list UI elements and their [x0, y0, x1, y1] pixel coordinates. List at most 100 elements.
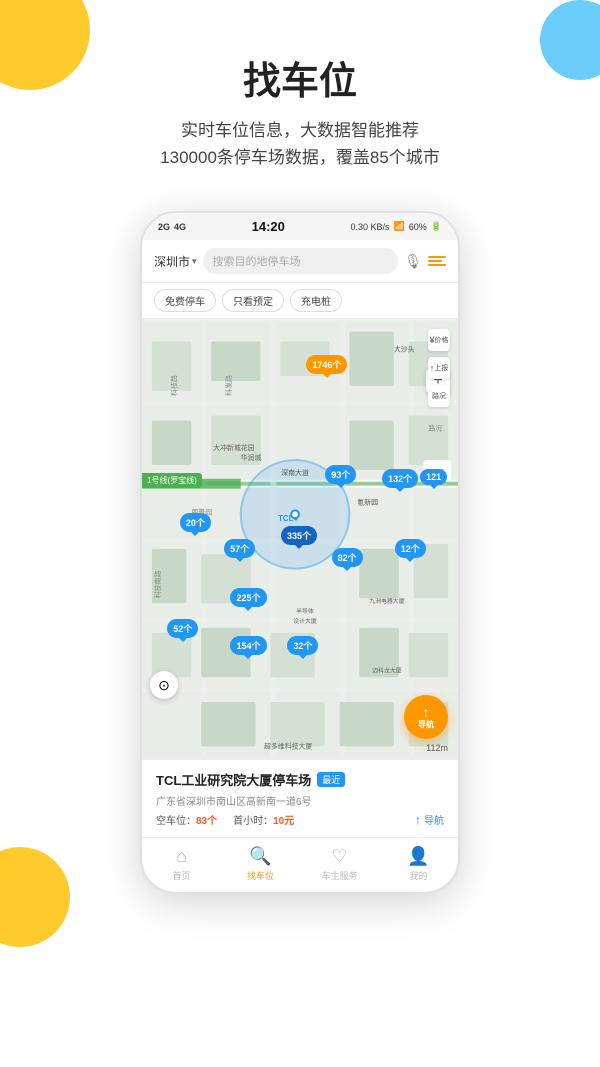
heart-icon: ♡	[331, 846, 347, 867]
pin-335[interactable]: 335个	[281, 526, 317, 545]
nav-float-label: 导航	[418, 719, 434, 730]
pin-bubble-132: 132个	[382, 469, 418, 488]
parking-lot-address: 广东省深圳市南山区高新南一道6号	[156, 793, 444, 808]
battery-level: 60%	[409, 222, 427, 232]
nav-label-car-service: 车主服务	[321, 869, 357, 882]
parking-lot-name: TCL工业研究院大厦停车场	[156, 770, 311, 789]
pin-121[interactable]: 121	[420, 469, 447, 485]
city-name: 深圳市	[154, 253, 190, 270]
mic-icon[interactable]: 🎙	[404, 253, 422, 270]
status-right: 0.30 KB/s 📶 60% 🔋	[351, 221, 442, 232]
svg-text:设计大厦: 设计大厦	[293, 617, 317, 625]
nav-arrow-icon: ↑	[423, 705, 430, 719]
info-card: TCL工业研究院大厦停车场 最近 广东省深圳市南山区高新南一道6号 空车位：83…	[142, 759, 458, 837]
nav-inline-label: 导航	[424, 812, 444, 827]
pin-132[interactable]: 132个	[382, 469, 418, 488]
nav-item-find-parking[interactable]: 🔍 找车位	[221, 846, 300, 882]
metro-line-indicator: 1号线(罗宝线)	[142, 473, 202, 488]
phone-mockup: 2G 4G 14:20 0.30 KB/s 📶 60% 🔋 深圳市 ▾ 搜索目的…	[140, 211, 460, 894]
search-placeholder: 搜索目的地停车场	[213, 256, 301, 268]
status-time: 14:20	[252, 219, 285, 234]
map-area[interactable]: 科技路 深南大道 科发路 朗景园 华润城 TCL● 科技南路 大冲新城花园 半导…	[142, 319, 458, 759]
svg-text:科技南路: 科技南路	[153, 571, 162, 599]
available-spaces: 空车位：83个	[156, 812, 217, 827]
pin-82[interactable]: 82个	[332, 548, 363, 567]
svg-text:科技路: 科技路	[170, 375, 179, 396]
signal-4g: 4G	[174, 222, 186, 232]
pin-12[interactable]: 12个	[395, 539, 426, 558]
nav-inline-button[interactable]: ↑ 导航	[415, 812, 444, 827]
page-title: 找车位	[20, 50, 580, 105]
info-card-details: 空车位：83个 首小时：10元 ↑ 导航	[156, 812, 444, 827]
traffic-icon[interactable]: 路况	[428, 385, 450, 407]
nav-item-car-service[interactable]: ♡ 车主服务	[300, 846, 379, 882]
pin-bubble-93: 93个	[325, 465, 356, 484]
filter-reservation-only[interactable]: 只看预定	[222, 289, 284, 312]
phone-container: 2G 4G 14:20 0.30 KB/s 📶 60% 🔋 深圳市 ▾ 搜索目的…	[0, 191, 600, 894]
subtitle-line2: 130000条停车场数据，覆盖85个城市	[160, 148, 440, 167]
svg-text:华润城: 华润城	[241, 453, 262, 462]
pin-bubble-20: 20个	[180, 513, 211, 532]
upload-report-icon[interactable]: ↑上报	[428, 357, 450, 379]
distance-label: 112m	[426, 743, 448, 753]
nav-item-home[interactable]: ⌂ 首页	[142, 846, 221, 882]
chevron-down-icon: ▾	[192, 256, 197, 267]
battery-icon: 🔋	[431, 221, 442, 232]
search-icon: 🔍	[249, 846, 271, 867]
pin-57[interactable]: 57个	[224, 539, 255, 558]
pin-bubble-82: 82个	[332, 548, 363, 567]
signal-2g: 2G	[158, 222, 170, 232]
pin-bubble-52: 52个	[167, 619, 198, 638]
wifi-icon: 📶	[394, 221, 405, 232]
user-icon: 👤	[407, 846, 429, 867]
pin-bubble-57: 57个	[224, 539, 255, 558]
filter-free-parking[interactable]: 免费停车	[154, 289, 216, 312]
menu-icon[interactable]	[428, 256, 446, 266]
nav-inline-icon: ↑	[415, 813, 421, 827]
pin-20[interactable]: 20个	[180, 513, 211, 532]
info-card-header: TCL工业研究院大厦停车场 最近	[156, 770, 444, 789]
city-selector[interactable]: 深圳市 ▾	[154, 253, 197, 270]
pin-bubble-1746: 1746个	[306, 355, 347, 374]
pin-32[interactable]: 32个	[287, 636, 318, 655]
pin-52[interactable]: 52个	[167, 619, 198, 638]
search-bar[interactable]: 深圳市 ▾ 搜索目的地停车场 🎙	[142, 240, 458, 283]
filter-charging-pile[interactable]: 充电桩	[290, 289, 342, 312]
pin-1746[interactable]: 1746个	[306, 355, 347, 374]
svg-text:大冲新城花园: 大冲新城花园	[213, 444, 255, 453]
status-bar: 2G 4G 14:20 0.30 KB/s 📶 60% 🔋	[142, 213, 458, 240]
pin-154[interactable]: 154个	[230, 636, 266, 655]
svg-text:大沙头: 大沙头	[394, 345, 415, 354]
search-input[interactable]: 搜索目的地停车场	[203, 248, 399, 274]
nav-item-profile[interactable]: 👤 我的	[379, 846, 458, 882]
pin-bubble-121: 121	[420, 469, 447, 485]
pin-93[interactable]: 93个	[325, 465, 356, 484]
svg-text:超多维科技大厦: 超多维科技大厦	[264, 742, 312, 751]
nav-label-profile: 我的	[409, 869, 427, 882]
subtitle-line1: 实时车位信息，大数据智能推荐	[181, 121, 419, 140]
bottom-nav: ⌂ 首页 🔍 找车位 ♡ 车主服务 👤 我的	[142, 837, 458, 892]
pin-bubble-12: 12个	[395, 539, 426, 558]
svg-text:科发路: 科发路	[224, 375, 233, 396]
pin-bubble-225: 225个	[230, 588, 266, 607]
svg-text:氪新园: 氪新园	[357, 498, 378, 507]
nav-label-home: 首页	[172, 869, 190, 882]
svg-text:半导体: 半导体	[296, 607, 314, 615]
subtitle: 实时车位信息，大数据智能推荐 130000条停车场数据，覆盖85个城市	[20, 117, 580, 171]
pin-bubble-335: 335个	[281, 526, 317, 545]
parking-price: 首小时：10元	[233, 812, 294, 827]
price-icon[interactable]: ¥价格	[428, 329, 450, 351]
svg-text:深南大道: 深南大道	[281, 468, 309, 477]
nearest-badge: 最近	[317, 772, 345, 787]
svg-text:九洲电器大厦: 九洲电器大厦	[369, 598, 405, 606]
nav-label-find-parking: 找车位	[247, 869, 274, 882]
pin-bubble-32: 32个	[287, 636, 318, 655]
svg-text:迈科龙大厦: 迈科龙大厦	[372, 667, 402, 675]
header-section: 找车位 实时车位信息，大数据智能推荐 130000条停车场数据，覆盖85个城市	[0, 0, 600, 191]
pin-bubble-154: 154个	[230, 636, 266, 655]
data-speed: 0.30 KB/s	[351, 222, 390, 232]
svg-text:路况: 路况	[428, 424, 442, 433]
filter-pills: 免费停车 只看预定 充电桩	[142, 283, 458, 319]
pin-225[interactable]: 225个	[230, 588, 266, 607]
status-signal: 2G 4G	[158, 222, 186, 232]
